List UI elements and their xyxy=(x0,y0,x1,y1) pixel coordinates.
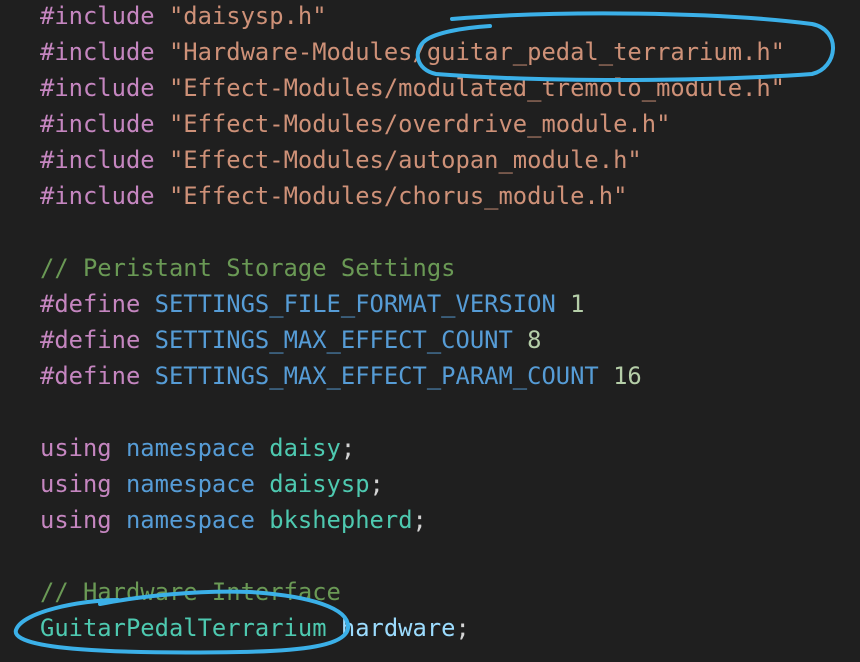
code-token-string: "Hardware-Modules/guitar_pedal_terrarium… xyxy=(168,38,786,66)
code-line[interactable]: #define SETTINGS_MAX_EFFECT_COUNT 8 xyxy=(40,322,785,358)
code-line[interactable]: #define SETTINGS_FILE_FORMAT_VERSION 1 xyxy=(40,286,785,322)
code-token-preprocessor: #define xyxy=(40,362,141,390)
code-token-punctuation xyxy=(112,506,126,534)
code-line[interactable] xyxy=(40,214,785,250)
code-token-punctuation xyxy=(155,182,169,210)
code-line[interactable]: #include "Hardware-Modules/guitar_pedal_… xyxy=(40,34,785,70)
code-token-string: "daisysp.h" xyxy=(168,2,327,30)
code-token-preprocessor: #include xyxy=(40,2,155,30)
code-token-comment: // Hardware Interface xyxy=(40,578,341,606)
code-token-keyword: using xyxy=(40,506,112,534)
code-view[interactable]: #include "daisysp.h" #include "Hardware-M… xyxy=(40,0,785,646)
code-token-punctuation xyxy=(112,434,126,462)
code-line[interactable]: #include "Effect-Modules/autopan_module.… xyxy=(40,142,785,178)
code-line[interactable]: #include "daisysp.h" xyxy=(40,0,785,34)
code-token-punctuation xyxy=(155,110,169,138)
code-token-namespace-kw: namespace xyxy=(125,470,255,498)
code-token-number: 1 xyxy=(570,290,585,318)
code-token-namespace-kw: namespace xyxy=(125,506,255,534)
code-token-preprocessor: #define xyxy=(40,326,141,354)
code-token-punctuation xyxy=(140,326,154,354)
code-token-comment: // Peristant Storage Settings xyxy=(40,254,456,282)
code-token-punctuation xyxy=(155,2,169,30)
code-line[interactable]: #include "Effect-Modules/overdrive_modul… xyxy=(40,106,785,142)
code-token-punctuation: ; xyxy=(455,614,470,642)
code-token-punctuation xyxy=(112,470,126,498)
code-token-string: "Effect-Modules/autopan_module.h" xyxy=(168,146,642,174)
code-line[interactable]: #include "Effect-Modules/modulated_tremo… xyxy=(40,70,785,106)
code-line[interactable] xyxy=(40,394,785,430)
code-token-punctuation xyxy=(255,470,269,498)
code-token-macro: SETTINGS_MAX_EFFECT_PARAM_COUNT xyxy=(154,362,599,390)
code-token-punctuation xyxy=(155,74,169,102)
code-token-macro: SETTINGS_MAX_EFFECT_COUNT xyxy=(154,326,513,354)
code-token-string: "Effect-Modules/overdrive_module.h" xyxy=(168,110,671,138)
code-token-preprocessor: #include xyxy=(40,146,155,174)
code-token-keyword: using xyxy=(40,434,112,462)
code-token-punctuation xyxy=(513,326,527,354)
code-editor[interactable]: #include "daisysp.h" #include "Hardware-M… xyxy=(0,0,860,662)
code-token-namespace-kw: namespace xyxy=(125,434,255,462)
code-line[interactable]: // Peristant Storage Settings xyxy=(40,250,785,286)
code-token-punctuation: ; xyxy=(412,506,427,534)
code-token-preprocessor: #include xyxy=(40,74,155,102)
code-token-number: 8 xyxy=(527,326,542,354)
code-line[interactable] xyxy=(40,538,785,574)
code-token-string: "Effect-Modules/chorus_module.h" xyxy=(168,182,628,210)
code-token-punctuation xyxy=(255,506,269,534)
code-token-preprocessor: #include xyxy=(40,38,155,66)
code-token-punctuation xyxy=(556,290,570,318)
code-token-preprocessor: #include xyxy=(40,110,155,138)
code-token-punctuation xyxy=(155,146,169,174)
code-token-namespace-name: daisysp xyxy=(269,470,370,498)
code-token-keyword: using xyxy=(40,470,112,498)
code-token-string: "Effect-Modules/modulated_tremolo_module… xyxy=(168,74,786,102)
code-token-punctuation: ; xyxy=(340,434,356,462)
code-token-punctuation xyxy=(327,614,341,642)
code-token-punctuation xyxy=(140,290,154,318)
code-token-punctuation xyxy=(140,362,154,390)
code-line[interactable]: GuitarPedalTerrarium hardware; xyxy=(40,610,785,646)
code-token-namespace-name: bkshepherd xyxy=(269,506,413,534)
code-token-punctuation: ; xyxy=(369,470,384,498)
code-token-identifier: hardware xyxy=(340,614,456,642)
code-token-preprocessor: #define xyxy=(40,290,141,318)
code-line[interactable]: using namespace daisysp; xyxy=(40,466,785,502)
code-token-number: 16 xyxy=(613,362,642,390)
code-token-macro: SETTINGS_FILE_FORMAT_VERSION xyxy=(154,290,556,318)
code-token-punctuation xyxy=(155,38,169,66)
code-token-namespace-name: daisy xyxy=(269,434,341,462)
code-line[interactable]: // Hardware Interface xyxy=(40,574,785,610)
code-token-type: GuitarPedalTerrarium xyxy=(40,614,327,642)
code-line[interactable]: using namespace daisy; xyxy=(40,430,785,466)
code-token-punctuation xyxy=(599,362,613,390)
code-line[interactable]: using namespace bkshepherd; xyxy=(40,502,785,538)
code-token-preprocessor: #include xyxy=(40,182,155,210)
code-token-punctuation xyxy=(255,434,269,462)
code-line[interactable]: #include "Effect-Modules/chorus_module.h… xyxy=(40,178,785,214)
code-line[interactable]: #define SETTINGS_MAX_EFFECT_PARAM_COUNT … xyxy=(40,358,785,394)
